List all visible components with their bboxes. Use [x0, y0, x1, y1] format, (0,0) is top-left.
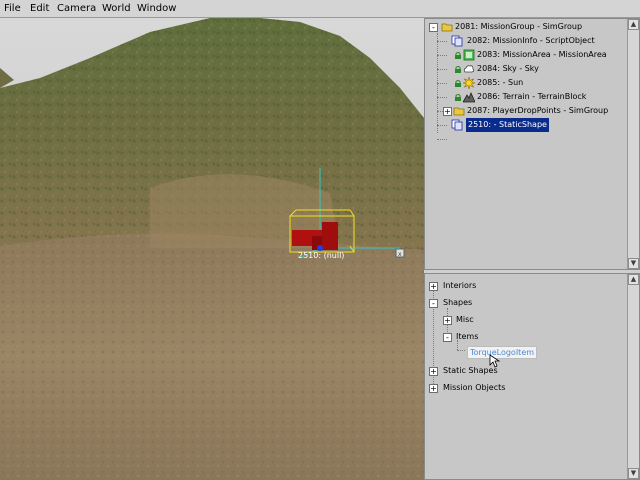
expander-misc[interactable]: + — [443, 316, 452, 325]
expander-interiors[interactable]: + — [429, 282, 438, 291]
script-object-icon — [451, 35, 463, 47]
creator-item-torquelogoitem[interactable]: TorqueLogoItem — [467, 346, 538, 360]
tree-item-missionarea[interactable]: 2083: MissionArea - MissionAreа — [477, 48, 607, 62]
tree-item-terrain[interactable]: 2086: Terrain - TerrainBlock — [477, 90, 586, 104]
creator-item-shapes[interactable]: Shapes — [443, 296, 472, 310]
menu-world[interactable]: World — [102, 3, 131, 14]
tree-scrollbar[interactable]: ▲ ▼ — [627, 19, 639, 269]
scroll-up-button[interactable]: ▲ — [628, 19, 639, 30]
tree-item-missioninfo[interactable]: 2082: MissionInfo - ScriptObject — [467, 34, 595, 48]
tree-item-sun[interactable]: 2085: - Sun — [477, 76, 523, 90]
menu-edit[interactable]: Edit — [30, 3, 49, 14]
menu-camera[interactable]: Camera — [57, 3, 96, 14]
object-label: 2510: (null) — [298, 251, 345, 260]
scene-render: x — [0, 18, 424, 480]
mission-tree-panel[interactable]: - 2081: MissionGroup - SimGroup 2082: Mi… — [424, 18, 640, 270]
creator-item-misc[interactable]: Misc — [456, 313, 474, 327]
tree-item-playerdroppoints[interactable]: 2087: PlayerDropPoints - SimGroup — [467, 104, 608, 118]
terrain-icon — [463, 91, 475, 103]
lock-icon[interactable] — [455, 94, 461, 101]
expander-static-shapes[interactable]: + — [429, 367, 438, 376]
folder-icon — [453, 107, 465, 116]
creator-tree-panel[interactable]: + Interiors - Shapes + Misc - Items Torq… — [424, 273, 640, 480]
creator-item-interiors[interactable]: Interiors — [443, 279, 476, 293]
sky-icon — [463, 65, 475, 73]
svg-text:x: x — [398, 251, 402, 258]
creator-item-mission-objects[interactable]: Mission Objects — [443, 381, 505, 395]
scroll-up-button[interactable]: ▲ — [628, 274, 639, 285]
expander-shapes[interactable]: - — [429, 299, 438, 308]
scroll-down-button[interactable]: ▼ — [628, 258, 639, 269]
tree-item-missiongroup[interactable]: 2081: MissionGroup - SimGroup — [455, 20, 582, 34]
expander-items[interactable]: - — [443, 333, 452, 342]
menu-window[interactable]: Window — [137, 3, 176, 14]
expander-mission-objects[interactable]: + — [429, 384, 438, 393]
creator-item-items[interactable]: Items — [456, 330, 478, 344]
scroll-down-button[interactable]: ▼ — [628, 468, 639, 479]
world-viewport[interactable]: x 2510: (null) — [0, 18, 424, 480]
creator-scrollbar[interactable]: ▲ ▼ — [627, 274, 639, 479]
lock-icon[interactable] — [455, 66, 461, 73]
expander-missiongroup[interactable]: - — [429, 23, 438, 32]
menu-file[interactable]: File — [4, 3, 21, 14]
menu-bar: File Edit Camera World Window — [0, 0, 640, 18]
tree-item-sky[interactable]: 2084: Sky - Sky — [477, 62, 539, 76]
folder-icon — [441, 23, 453, 32]
lock-icon[interactable] — [455, 52, 461, 59]
sun-icon — [463, 77, 475, 89]
tree-item-staticshape[interactable]: 2510: - StaticShape — [466, 118, 549, 132]
creator-item-static-shapes[interactable]: Static Shapes — [443, 364, 498, 378]
expander-playerdroppoints[interactable]: + — [443, 107, 452, 116]
lock-icon[interactable] — [455, 80, 461, 87]
static-shape-icon — [451, 119, 463, 131]
mission-area-icon — [463, 49, 475, 61]
